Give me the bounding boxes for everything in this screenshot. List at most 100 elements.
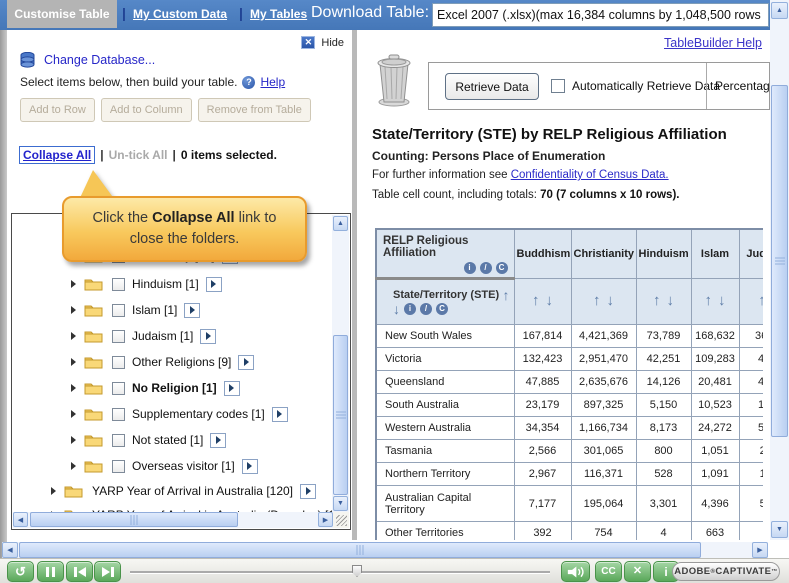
trash-icon[interactable] xyxy=(372,52,416,108)
retrieve-data-button[interactable]: Retrieve Data xyxy=(445,73,539,100)
item-checkbox[interactable] xyxy=(112,303,125,317)
volume-button[interactable] xyxy=(561,561,590,582)
tree-item-yarp-year-of-arrival-in-australia[interactable]: YARP Year of Arrival in Australia [120] xyxy=(51,482,317,500)
sort-up-icon[interactable]: ↑ xyxy=(705,292,713,309)
collapse-all-link[interactable]: Collapse All xyxy=(19,146,96,164)
scroll-thumb[interactable] xyxy=(771,85,788,437)
tree-item-islam[interactable]: Islam [1] xyxy=(71,301,201,319)
hide-label[interactable]: Hide xyxy=(321,37,344,49)
tree-item-supplementary-codes[interactable]: Supplementary codes [1] xyxy=(71,405,288,423)
closed-captions-button[interactable]: CC xyxy=(595,561,622,582)
sort-up-icon[interactable]: ↑ xyxy=(532,292,540,309)
item-menu-button[interactable] xyxy=(300,483,317,499)
expand-arrow-icon[interactable] xyxy=(71,436,76,444)
item-checkbox[interactable] xyxy=(112,433,125,447)
add-to-column-button[interactable]: Add to Column xyxy=(100,98,192,122)
sort-down-icon[interactable]: ↓ xyxy=(393,302,400,316)
tree-item-no-religion[interactable]: No Religion [1] xyxy=(71,379,240,397)
scroll-down-button[interactable]: ▼ xyxy=(771,521,788,538)
item-menu-button[interactable] xyxy=(184,302,201,318)
item-checkbox[interactable] xyxy=(112,381,125,395)
table-cell: 897,325 xyxy=(570,393,637,417)
expand-arrow-icon[interactable] xyxy=(51,487,56,495)
item-menu-button[interactable] xyxy=(271,406,288,422)
expand-arrow-icon[interactable] xyxy=(71,332,76,340)
info-icon[interactable]: i xyxy=(404,303,416,315)
item-menu-button[interactable] xyxy=(200,328,217,344)
expand-arrow-icon[interactable] xyxy=(71,410,76,418)
help-link[interactable]: Help xyxy=(260,75,285,89)
item-checkbox[interactable] xyxy=(112,329,125,343)
resize-grip[interactable] xyxy=(333,512,349,528)
remove-from-table-button[interactable]: Remove from Table xyxy=(197,98,311,122)
hide-close-icon[interactable]: ✕ xyxy=(301,36,316,49)
scroll-down-button[interactable]: ▼ xyxy=(333,496,348,511)
scroll-up-button[interactable]: ▲ xyxy=(771,2,788,19)
sort-down-icon[interactable]: ↓ xyxy=(667,292,675,309)
item-menu-button[interactable] xyxy=(241,458,258,474)
item-menu-button[interactable] xyxy=(223,380,240,396)
rewind-button[interactable]: ↺ xyxy=(7,561,34,582)
scroll-left-button[interactable]: ◀ xyxy=(13,512,28,527)
scroll-up-button[interactable]: ▲ xyxy=(333,216,348,231)
tab-my-tables[interactable]: My Tables xyxy=(250,7,307,21)
close-button[interactable]: ✕ xyxy=(624,561,651,582)
custom-icon[interactable]: C xyxy=(436,303,448,315)
window-horizontal-scrollbar[interactable]: ◀ ▶ xyxy=(2,542,768,558)
tablebuilder-help-link[interactable]: TableBuilder Help xyxy=(664,36,762,50)
download-format-select[interactable]: Excel 2007 (.xlsx)(max 16,384 columns by… xyxy=(432,3,769,27)
item-menu-button[interactable] xyxy=(205,276,222,292)
confidentiality-link[interactable]: Confidentiality of Census Data. xyxy=(511,169,669,181)
tree-horizontal-scrollbar[interactable]: ◀ ▶ xyxy=(13,512,334,528)
exclude-icon[interactable]: / xyxy=(479,262,492,274)
expand-arrow-icon[interactable] xyxy=(71,306,76,314)
auto-retrieve-checkbox[interactable] xyxy=(551,79,565,93)
tree-item-hinduism[interactable]: Hinduism [1] xyxy=(71,275,222,293)
item-checkbox[interactable] xyxy=(112,459,125,473)
sort-down-icon[interactable]: ↓ xyxy=(718,292,726,309)
pause-button[interactable] xyxy=(37,561,64,582)
separator: | xyxy=(172,148,176,162)
scroll-right-button[interactable]: ▶ xyxy=(752,542,768,558)
tree-item-not-stated[interactable]: Not stated [1] xyxy=(71,431,227,449)
sort-up-icon[interactable]: ↑ xyxy=(758,292,763,309)
change-database-link[interactable]: Change Database... xyxy=(44,53,155,67)
scroll-left-button[interactable]: ◀ xyxy=(2,542,18,558)
tab-customise-table[interactable]: Customise Table xyxy=(7,0,117,28)
sort-down-icon[interactable]: ↓ xyxy=(607,292,615,309)
item-checkbox[interactable] xyxy=(112,277,125,291)
progress-thumb[interactable] xyxy=(352,565,362,577)
tree-item-judaism[interactable]: Judaism [1] xyxy=(71,327,217,345)
expand-arrow-icon[interactable] xyxy=(71,384,76,392)
next-button[interactable] xyxy=(94,561,121,582)
sort-up-icon[interactable]: ↑ xyxy=(653,292,661,309)
sort-down-icon[interactable]: ↓ xyxy=(546,292,554,309)
scroll-thumb[interactable] xyxy=(19,542,701,558)
untick-all-link[interactable]: Un-tick All xyxy=(109,148,168,162)
info-icon[interactable]: i xyxy=(463,262,476,274)
exclude-icon[interactable]: / xyxy=(420,303,432,315)
progress-track[interactable] xyxy=(130,571,550,573)
tree-item-other-religions[interactable]: Other Religions [9] xyxy=(71,353,255,371)
item-checkbox[interactable] xyxy=(112,355,125,369)
tab-my-custom-data[interactable]: My Custom Data xyxy=(133,7,227,21)
window-vertical-scrollbar[interactable]: ▲ ▼ xyxy=(770,0,789,540)
sort-up-icon[interactable]: ↑ xyxy=(503,288,510,302)
sort-up-icon[interactable]: ↑ xyxy=(593,292,601,309)
scroll-thumb[interactable] xyxy=(30,512,238,527)
item-menu-button[interactable] xyxy=(238,354,255,370)
help-icon[interactable]: ? xyxy=(242,75,256,89)
item-menu-button[interactable] xyxy=(210,432,227,448)
expand-arrow-icon[interactable] xyxy=(71,280,76,288)
item-checkbox[interactable] xyxy=(112,407,125,421)
scroll-right-button[interactable]: ▶ xyxy=(318,512,333,527)
expand-arrow-icon[interactable] xyxy=(71,358,76,366)
tree-vertical-scrollbar[interactable]: ▲ ▼ xyxy=(332,215,349,512)
previous-button[interactable] xyxy=(66,561,93,582)
expand-arrow-icon[interactable] xyxy=(71,462,76,470)
add-to-row-button[interactable]: Add to Row xyxy=(20,98,95,122)
tree-item-overseas-visitor[interactable]: Overseas visitor [1] xyxy=(71,457,258,475)
scroll-thumb[interactable] xyxy=(333,335,348,495)
table-view-panel: TableBuilder Help Retrieve Data Automati… xyxy=(357,30,770,542)
custom-icon[interactable]: C xyxy=(495,262,508,274)
